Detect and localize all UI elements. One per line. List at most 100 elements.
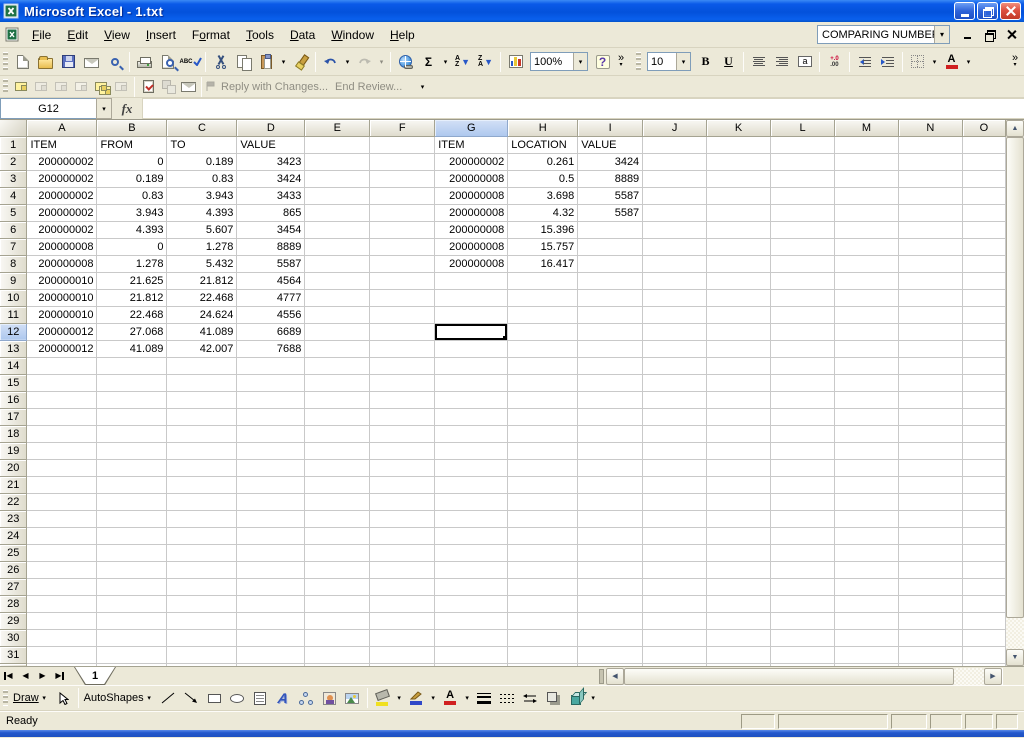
cell-B18[interactable] [97, 425, 167, 442]
row-header-16[interactable]: 16 [0, 391, 27, 408]
cell-C13[interactable]: 42.007 [167, 340, 237, 357]
cell-L1[interactable] [771, 136, 835, 153]
scroll-down-button[interactable]: ▼ [1006, 649, 1024, 666]
cell-H18[interactable] [508, 425, 578, 442]
cell-K23[interactable] [707, 510, 771, 527]
cell-K31[interactable] [707, 646, 771, 663]
cell-H2[interactable]: 0.261 [508, 153, 578, 170]
column-header-D[interactable]: D [237, 120, 305, 136]
scroll-left-button[interactable]: ◀ [606, 668, 624, 685]
cell-I26[interactable] [578, 561, 643, 578]
zoom-combo[interactable]: 100% ▾ [530, 52, 588, 71]
cell-I27[interactable] [578, 578, 643, 595]
cell-A29[interactable] [27, 612, 97, 629]
cell-C3[interactable]: 0.83 [167, 170, 237, 187]
cell-B25[interactable] [97, 544, 167, 561]
text-box-button[interactable] [249, 687, 272, 709]
cell-N8[interactable] [898, 255, 962, 272]
cell-E4[interactable] [305, 187, 370, 204]
oval-button[interactable] [226, 687, 249, 709]
cell-G13[interactable] [435, 340, 508, 357]
cell-G7[interactable]: 200000008 [435, 238, 508, 255]
column-header-E[interactable]: E [305, 120, 370, 136]
cell-A15[interactable] [27, 374, 97, 391]
cell-E20[interactable] [305, 459, 370, 476]
cell-A20[interactable] [27, 459, 97, 476]
cell-C29[interactable] [167, 612, 237, 629]
cell-A7[interactable]: 200000008 [27, 238, 97, 255]
cell-E30[interactable] [305, 629, 370, 646]
cell-N9[interactable] [898, 272, 962, 289]
print-button[interactable] [133, 51, 156, 73]
cell-K13[interactable] [707, 340, 771, 357]
font-color-button[interactable]: A [940, 51, 963, 73]
cell-B24[interactable] [97, 527, 167, 544]
menu-edit[interactable]: Edit [59, 25, 96, 45]
cell-M24[interactable] [835, 527, 899, 544]
cell-D6[interactable]: 3454 [237, 221, 305, 238]
cell-M21[interactable] [835, 476, 899, 493]
cell-D28[interactable] [237, 595, 305, 612]
cell-J1[interactable] [643, 136, 707, 153]
row-header-12[interactable]: 12 [0, 323, 27, 340]
insert-function-button[interactable]: fx [112, 98, 142, 119]
cell-H8[interactable]: 16.417 [508, 255, 578, 272]
cell-A1[interactable]: ITEM [27, 136, 97, 153]
cell-C19[interactable] [167, 442, 237, 459]
column-header-B[interactable]: B [97, 120, 167, 136]
drawing-toolbar-grip[interactable] [3, 690, 8, 707]
column-header-J[interactable]: J [643, 120, 707, 136]
spelling-button[interactable]: ABC [179, 51, 202, 73]
cell-N31[interactable] [898, 646, 962, 663]
cell-B13[interactable]: 41.089 [97, 340, 167, 357]
cell-H28[interactable] [508, 595, 578, 612]
cell-C28[interactable] [167, 595, 237, 612]
cell-L19[interactable] [771, 442, 835, 459]
cell-M11[interactable] [835, 306, 899, 323]
vertical-scrollbar[interactable]: ▲ ▼ [1006, 120, 1024, 666]
cell-N2[interactable] [898, 153, 962, 170]
previous-sheet-button[interactable]: ◀ [17, 668, 34, 685]
cell-D22[interactable] [237, 493, 305, 510]
cell-I23[interactable] [578, 510, 643, 527]
cell-K29[interactable] [707, 612, 771, 629]
cell-O21[interactable] [962, 476, 1005, 493]
cell-J21[interactable] [643, 476, 707, 493]
cell-L5[interactable] [771, 204, 835, 221]
cell-E27[interactable] [305, 578, 370, 595]
cell-E12[interactable] [305, 323, 370, 340]
cell-B10[interactable]: 21.812 [97, 289, 167, 306]
cell-J24[interactable] [643, 527, 707, 544]
row-header-17[interactable]: 17 [0, 408, 27, 425]
cell-K15[interactable] [707, 374, 771, 391]
cell-F16[interactable] [370, 391, 435, 408]
bold-button[interactable]: B [694, 51, 717, 73]
cell-F18[interactable] [370, 425, 435, 442]
cell-O6[interactable] [962, 221, 1005, 238]
cell-L2[interactable] [771, 153, 835, 170]
cell-F5[interactable] [370, 204, 435, 221]
cell-M15[interactable] [835, 374, 899, 391]
cell-F27[interactable] [370, 578, 435, 595]
cell-G3[interactable]: 200000008 [435, 170, 508, 187]
dash-style-button[interactable] [496, 687, 519, 709]
cell-I5[interactable]: 5587 [578, 204, 643, 221]
cell-D20[interactable] [237, 459, 305, 476]
cell-E10[interactable] [305, 289, 370, 306]
column-header-C[interactable]: C [167, 120, 237, 136]
paste-dropdown[interactable]: ▾ [278, 51, 289, 73]
cell-O25[interactable] [962, 544, 1005, 561]
cell-M30[interactable] [835, 629, 899, 646]
cell-A16[interactable] [27, 391, 97, 408]
workbook-minimize-button[interactable] [960, 28, 974, 41]
cell-A17[interactable] [27, 408, 97, 425]
cell-A3[interactable]: 200000002 [27, 170, 97, 187]
delete-comment-button[interactable] [111, 78, 131, 96]
cell-A12[interactable]: 200000012 [27, 323, 97, 340]
autosum-button[interactable]: Σ [417, 51, 440, 73]
cell-I12[interactable] [578, 323, 643, 340]
cell-H6[interactable]: 15.396 [508, 221, 578, 238]
cell-C5[interactable]: 4.393 [167, 204, 237, 221]
cell-G22[interactable] [435, 493, 508, 510]
menu-format[interactable]: Format [184, 25, 238, 45]
